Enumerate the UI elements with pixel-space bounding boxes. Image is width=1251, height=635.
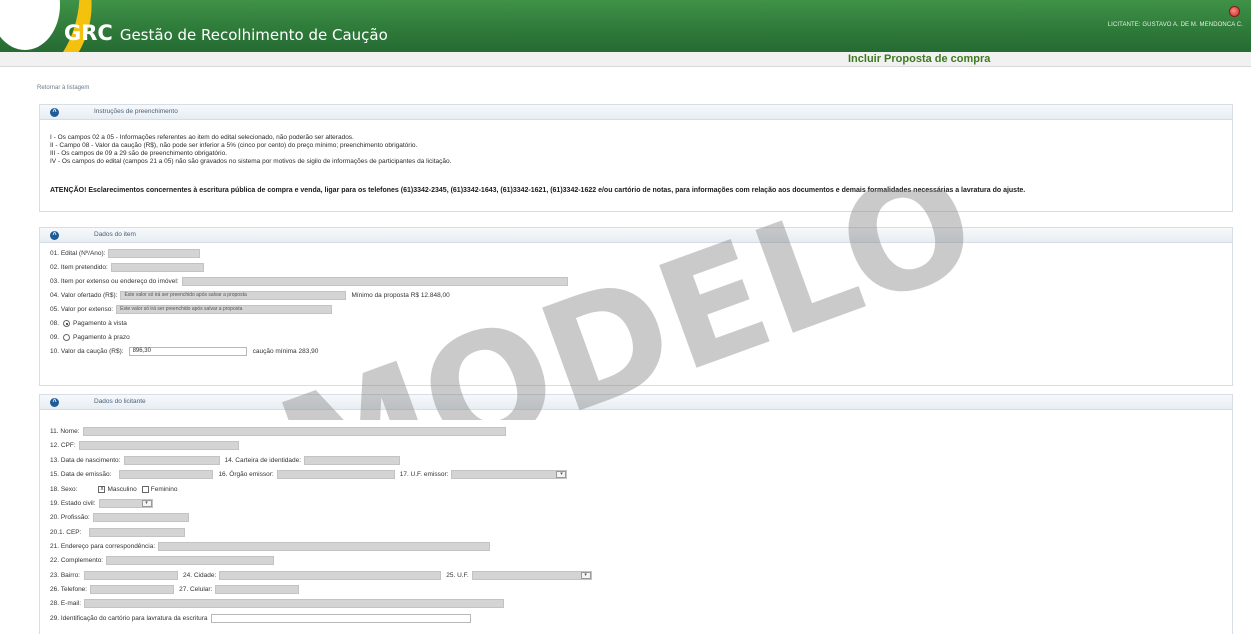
male-label: Masculino bbox=[107, 486, 137, 493]
cep-field[interactable] bbox=[89, 528, 186, 537]
instructions-panel-header[interactable]: ^ Instruções de preenchimento bbox=[40, 105, 1232, 120]
offer-value-label: 04. Valor ofertado (R$): bbox=[50, 292, 118, 299]
birth-date-label: 13. Data de nascimento: bbox=[50, 457, 121, 464]
complement-label: 22. Complemento: bbox=[50, 557, 104, 564]
name-label: 11. Nome: bbox=[50, 428, 80, 435]
birth-date-field[interactable] bbox=[124, 456, 221, 465]
page-title: Incluir Proposta de compra bbox=[848, 53, 991, 65]
mobile-field[interactable] bbox=[215, 585, 300, 594]
installment-payment-label: Pagamento à prazo bbox=[73, 334, 130, 341]
min-deposit-text: caução mínima 283,90 bbox=[252, 348, 319, 355]
mobile-label: 27. Celular: bbox=[179, 586, 213, 593]
city-label: 24. Cidade: bbox=[183, 572, 217, 579]
offer-value-field: Este valor só irá ser preenchido após sa… bbox=[120, 291, 347, 300]
chevron-down-icon: ▾ bbox=[580, 572, 591, 579]
marital-status-select[interactable]: ▾ bbox=[98, 499, 153, 508]
sex-label: 18. Sexo: bbox=[50, 486, 78, 493]
issuer-label: 16. Órgão emissor: bbox=[218, 471, 274, 478]
profession-label: 20. Profissão: bbox=[50, 514, 90, 521]
district-label: 23. Bairro: bbox=[50, 572, 80, 579]
phone-label: 26. Telefone: bbox=[50, 586, 88, 593]
address-field[interactable] bbox=[158, 542, 491, 551]
id-card-field[interactable] bbox=[304, 456, 401, 465]
logo-bold-text: GRC bbox=[64, 21, 113, 45]
address-label: 03. Item por extenso ou endereço do imóv… bbox=[50, 278, 179, 285]
issuer-field[interactable] bbox=[276, 470, 395, 479]
cep-label: 20.1. CEP: bbox=[50, 529, 82, 536]
email-label: 28. E-mail: bbox=[50, 600, 82, 607]
option-number: 09. bbox=[50, 334, 60, 341]
issuer-state-select[interactable]: ▾ bbox=[451, 470, 568, 479]
page-title-bar: Incluir Proposta de compra bbox=[0, 52, 1251, 67]
state-select[interactable]: ▾ bbox=[471, 571, 592, 580]
item-panel-header[interactable]: ^ Dados do item bbox=[40, 228, 1232, 243]
chevron-down-icon: ▾ bbox=[556, 471, 567, 478]
city-field[interactable] bbox=[219, 571, 442, 580]
name-field[interactable] bbox=[82, 427, 506, 436]
app-header: GRC Gestão de Recolhimento de Caução LIC… bbox=[0, 0, 1251, 52]
chevron-down-icon: ▾ bbox=[141, 500, 152, 507]
panel-title: Instruções de preenchimento bbox=[94, 108, 178, 115]
address-label: 21. Endereço para correspondência: bbox=[50, 543, 156, 550]
cash-payment-radio[interactable] bbox=[63, 320, 71, 327]
collapse-icon[interactable]: ^ bbox=[50, 398, 59, 407]
item-field bbox=[110, 263, 204, 272]
phone-field[interactable] bbox=[90, 585, 175, 594]
male-checkbox[interactable]: x bbox=[98, 486, 106, 493]
collapse-icon[interactable]: ^ bbox=[50, 231, 59, 240]
id-card-label: 14. Carteira de identidade: bbox=[224, 457, 302, 464]
issue-date-field[interactable] bbox=[119, 470, 214, 479]
instruction-line: III - Os campos de 09 a 29 são de preenc… bbox=[50, 150, 228, 157]
app-logo: GRC Gestão de Recolhimento de Caução bbox=[64, 21, 388, 45]
item-label: 02. Item pretendido: bbox=[50, 264, 108, 271]
instruction-line: I - Os campos 02 a 05 - Informações refe… bbox=[50, 134, 354, 141]
marital-status-label: 19. Estado civil: bbox=[50, 500, 96, 507]
user-info: LICITANTE: GUSTAVO A. DE M. MENDONCA C. bbox=[1107, 22, 1243, 28]
female-checkbox[interactable] bbox=[141, 486, 149, 493]
collapse-icon[interactable]: ^ bbox=[50, 108, 59, 117]
offer-words-label: 05. Valor por extenso: bbox=[50, 306, 114, 313]
deposit-input[interactable]: 896,30 bbox=[128, 347, 247, 356]
complement-field[interactable] bbox=[106, 556, 275, 565]
edital-field bbox=[108, 249, 201, 258]
power-icon[interactable] bbox=[1229, 6, 1240, 17]
issuer-state-label: 17. U.F. emissor: bbox=[399, 471, 449, 478]
address-field bbox=[181, 277, 568, 286]
cpf-field[interactable] bbox=[78, 441, 239, 450]
cpf-label: 12. CPF: bbox=[50, 442, 76, 449]
installment-payment-radio[interactable] bbox=[63, 334, 71, 341]
female-label: Feminino bbox=[150, 486, 178, 493]
instruction-line: II - Campo 08 - Valor da caução (R$), nã… bbox=[50, 142, 418, 149]
profession-field[interactable] bbox=[92, 513, 189, 522]
instruction-line: IV - Os campos do edital (campos 21 a 05… bbox=[50, 158, 452, 165]
item-panel: ^ Dados do item 01. Edital (Nº/Ano): 02.… bbox=[39, 227, 1233, 386]
edital-label: 01. Edital (Nº/Ano): bbox=[50, 250, 106, 257]
app-title: Gestão de Recolhimento de Caução bbox=[119, 26, 388, 44]
notary-field[interactable] bbox=[210, 614, 471, 623]
cash-payment-label: Pagamento à vista bbox=[73, 320, 127, 327]
panel-title: Dados do item bbox=[94, 231, 136, 238]
bidder-panel: ^ Dados do licitante 11. Nome: 12. CPF: … bbox=[39, 394, 1233, 634]
panel-title: Dados do licitante bbox=[94, 398, 146, 405]
district-field[interactable] bbox=[84, 571, 178, 580]
issue-date-label: 15. Data de emissão: bbox=[50, 471, 112, 478]
email-field[interactable] bbox=[84, 599, 505, 608]
bidder-panel-header[interactable]: ^ Dados do licitante bbox=[40, 395, 1232, 410]
state-label: 25. U.F. bbox=[446, 572, 469, 579]
option-number: 08. bbox=[50, 320, 60, 327]
deposit-label: 10. Valor da caução (R$): bbox=[50, 348, 124, 355]
attention-note: ATENÇÃO! Esclarecimentos concernentes à … bbox=[50, 187, 1026, 194]
min-offer-text: Mínimo da proposta R$ 12.848,00 bbox=[351, 292, 450, 299]
offer-words-field: Este valor só irá ser preenchido após sa… bbox=[116, 305, 333, 314]
instructions-panel: ^ Instruções de preenchimento I - Os cam… bbox=[39, 104, 1233, 212]
back-link[interactable]: Retornar à listagem bbox=[37, 85, 89, 91]
notary-label: 29. Identificação do cartório para lavra… bbox=[50, 615, 208, 622]
